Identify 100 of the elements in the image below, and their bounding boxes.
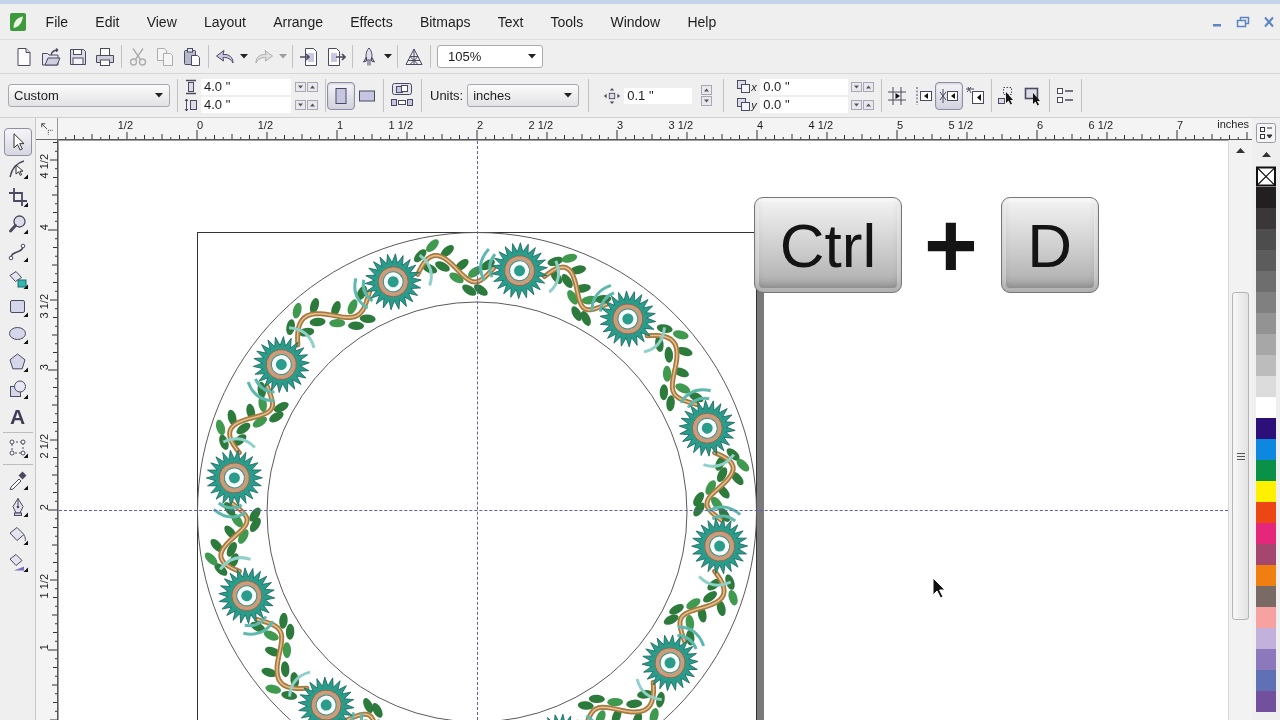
triangle-mesh-icon[interactable] xyxy=(403,46,424,67)
pentagon-icon[interactable] xyxy=(7,351,28,372)
spin-up-icon[interactable] xyxy=(863,99,875,110)
page-arrow-in-icon[interactable] xyxy=(298,46,319,67)
duplicate-distance-field[interactable]: 0.0 " xyxy=(760,96,849,113)
paper-size-dropdown[interactable]: Custom xyxy=(8,84,170,107)
ellipse-icon[interactable] xyxy=(7,324,28,345)
color-swatch-icon[interactable] xyxy=(1256,313,1276,334)
spin-down-icon[interactable] xyxy=(851,81,863,92)
color-swatch-icon[interactable] xyxy=(1256,586,1276,607)
height-field[interactable]: 4.0 " xyxy=(201,96,291,113)
clipboard-icon[interactable] xyxy=(181,46,202,67)
width-field[interactable]: 4.0 " xyxy=(201,78,291,95)
eyedropper-icon[interactable] xyxy=(7,469,28,490)
color-swatch-icon[interactable] xyxy=(1256,292,1276,313)
menu-item[interactable]: Arrange xyxy=(259,13,337,30)
color-swatch-icon[interactable] xyxy=(1256,649,1276,670)
bucket-block-icon[interactable] xyxy=(7,269,28,290)
vertical-ruler[interactable]: 4 1/2 4 3 1/2 3 2 1/2 2 1 1/2 1 xyxy=(36,140,58,720)
menu-item[interactable]: Edit xyxy=(81,13,134,30)
scrollbar-thumb[interactable] xyxy=(1232,292,1249,620)
color-swatch-icon[interactable] xyxy=(1256,271,1276,292)
paint-bucket-icon[interactable] xyxy=(7,524,28,545)
square-circle-icon[interactable] xyxy=(7,379,28,400)
menu-item[interactable]: View xyxy=(133,13,191,30)
menu-item[interactable]: Tools xyxy=(536,13,597,30)
caret-icon[interactable] xyxy=(564,93,573,98)
menu-item[interactable]: Bitmaps xyxy=(406,13,485,30)
curve-pointer-icon[interactable] xyxy=(7,159,28,180)
bucket-gradient-icon[interactable] xyxy=(7,552,28,573)
menu-item[interactable]: File xyxy=(32,13,82,30)
caret-icon[interactable] xyxy=(155,93,163,98)
ruler-label: 7 xyxy=(1176,119,1183,131)
magnifier-icon[interactable] xyxy=(7,214,28,235)
color-swatch-icon[interactable] xyxy=(1256,691,1276,712)
color-swatch-icon[interactable] xyxy=(1256,628,1276,649)
color-swatch-icon[interactable] xyxy=(1256,502,1276,523)
color-swatch-icon[interactable] xyxy=(1256,397,1276,418)
zoom-level-dropdown[interactable]: 105% xyxy=(437,45,543,68)
menu-item[interactable]: Text xyxy=(484,13,537,30)
spin-up-icon[interactable] xyxy=(307,81,318,92)
page-arrow-out-icon[interactable] xyxy=(325,46,346,67)
duplicate-distance-field[interactable]: 0.0 " xyxy=(760,78,849,95)
nudge-distance-field[interactable]: 0.1 " xyxy=(624,87,693,104)
color-swatch-icon[interactable] xyxy=(1256,250,1276,271)
color-swatch-icon[interactable] xyxy=(1256,208,1276,229)
horizontal-ruler[interactable]: 1/2 0 1/2 1 1 1/2 2 2 1/2 3 3 1/2 4 4 1/2 5 5 1/2 6 6 1/2 7 inches xyxy=(58,118,1252,140)
dotted-line-box-icon[interactable] xyxy=(913,85,934,106)
color-swatch-icon[interactable] xyxy=(1256,334,1276,355)
menu-item[interactable]: Effects xyxy=(336,13,407,30)
drawing-canvas[interactable]: Ctrl + D xyxy=(58,140,1228,720)
caret-icon[interactable] xyxy=(384,54,392,59)
menu-item[interactable]: Help xyxy=(673,13,730,30)
ruler-label: 1/2 xyxy=(257,119,273,131)
spin-down-icon[interactable] xyxy=(295,81,306,92)
spin-down-icon[interactable] xyxy=(851,99,863,110)
color-swatch-icon[interactable] xyxy=(1256,481,1276,502)
color-swatch-icon[interactable] xyxy=(1256,418,1276,439)
color-swatch-icon[interactable] xyxy=(1256,439,1276,460)
color-swatch-icon[interactable] xyxy=(1256,229,1276,250)
printer-icon[interactable] xyxy=(94,46,115,67)
color-swatch-icon[interactable] xyxy=(1256,670,1276,691)
color-swatch-icon[interactable] xyxy=(1256,187,1276,208)
portrait-page-icon[interactable] xyxy=(327,81,355,110)
color-swatch-icon[interactable] xyxy=(1256,460,1276,481)
open-folder-icon[interactable] xyxy=(40,46,61,67)
ruler-label: 2 xyxy=(476,119,483,131)
dotted-frame-icon[interactable] xyxy=(7,438,28,459)
color-swatch-icon[interactable] xyxy=(1256,544,1276,565)
ruler-label: 4 xyxy=(38,224,50,231)
grid-icon[interactable] xyxy=(887,85,908,106)
units-dropdown[interactable]: inches xyxy=(467,84,580,107)
color-swatch-icon[interactable] xyxy=(1256,376,1276,397)
no-color-swatch-icon[interactable] xyxy=(1256,166,1276,187)
ruler-label: 1/2 xyxy=(117,119,133,131)
color-swatch-icon[interactable] xyxy=(1256,355,1276,376)
bezier-curve-icon[interactable] xyxy=(7,241,28,262)
spin-down-icon[interactable] xyxy=(701,96,713,106)
text-tool-button[interactable]: A xyxy=(7,406,28,427)
restore-icon[interactable] xyxy=(1236,15,1250,28)
ruler-label: 1 xyxy=(336,119,343,131)
line-box-icon[interactable] xyxy=(965,85,986,106)
color-swatch-icon[interactable] xyxy=(1256,607,1276,628)
caret-icon[interactable] xyxy=(240,54,248,59)
spin-down-icon[interactable] xyxy=(295,99,306,110)
color-swatch-icon[interactable] xyxy=(1256,523,1276,544)
menu-item[interactable]: Layout xyxy=(190,13,260,30)
spin-up-icon[interactable] xyxy=(863,81,875,92)
scroll-up-arrow-icon[interactable] xyxy=(1236,148,1245,153)
close-icon[interactable] xyxy=(1262,15,1276,28)
vertical-scrollbar[interactable] xyxy=(1228,140,1252,720)
caret-icon[interactable] xyxy=(528,54,536,59)
color-swatch-icon[interactable] xyxy=(1256,565,1276,586)
scroll-up-arrow-icon[interactable] xyxy=(1261,152,1271,157)
spin-up-icon[interactable] xyxy=(701,85,713,95)
menu-item[interactable]: Window xyxy=(596,13,674,30)
crop-marks-icon[interactable] xyxy=(7,186,28,207)
checklist-icon[interactable] xyxy=(1055,85,1076,106)
spin-up-icon[interactable] xyxy=(307,99,318,110)
asterisk-box-icon[interactable] xyxy=(935,81,964,110)
